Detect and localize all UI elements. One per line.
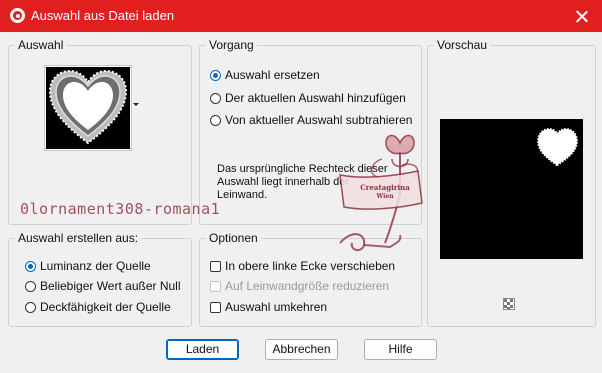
window-title: Auswahl aus Datei laden (31, 8, 175, 23)
radio-button[interactable] (25, 301, 36, 313)
heart-frame-icon (48, 69, 128, 145)
radio-beliebiger-wert[interactable]: Beliebiger Wert außer Null (25, 279, 181, 293)
checkbox-label: Auswahl umkehren (225, 300, 328, 314)
radio-label: Beliebiger Wert außer Null (40, 279, 181, 293)
radio-button[interactable] (210, 69, 221, 81)
radio-label: Deckfähigkeit der Quelle (40, 300, 171, 314)
radio-button[interactable] (25, 260, 36, 272)
watermark-signature: Creatagirina (360, 183, 410, 192)
radio-button[interactable] (210, 92, 221, 104)
app-icon (10, 8, 25, 23)
radio-auswahl-hinzufuegen[interactable]: Der aktuellen Auswahl hinzufügen (210, 91, 406, 105)
watermark-signature-city: Wien (376, 193, 394, 200)
auswahl-legend: Auswahl (15, 38, 67, 52)
checkbox[interactable] (210, 280, 221, 292)
chevron-down-icon[interactable] (133, 103, 139, 106)
radio-label: Luminanz der Quelle (40, 259, 151, 273)
radio-deckfaehigkeit[interactable]: Deckfähigkeit der Quelle (25, 300, 171, 314)
transparency-toggle-icon[interactable] (503, 298, 515, 310)
preview-canvas (440, 119, 583, 259)
radio-button[interactable] (25, 280, 36, 292)
preview-heart-icon (536, 127, 579, 167)
selection-thumbnail[interactable] (45, 66, 131, 150)
checkbox[interactable] (210, 260, 221, 272)
help-button[interactable]: Hilfe (364, 339, 437, 360)
radio-button[interactable] (210, 114, 221, 126)
optionen-legend: Optionen (206, 231, 261, 245)
watermark-filename: 0lornament308-romana1 (20, 200, 221, 218)
load-button[interactable]: Laden (166, 339, 239, 360)
checkbox[interactable] (210, 301, 221, 313)
radio-label: Auswahl ersetzen (225, 68, 320, 82)
checkbox-leinwandgroesse[interactable]: Auf Leinwandgröße reduzieren (210, 279, 389, 293)
radio-luminanz[interactable]: Luminanz der Quelle (25, 259, 151, 273)
radio-auswahl-ersetzen[interactable]: Auswahl ersetzen (210, 68, 320, 82)
watermark-art: Creatagirina Wien (330, 125, 442, 263)
checkbox-label: Auf Leinwandgröße reduzieren (225, 279, 390, 293)
radio-label: Der aktuellen Auswahl hinzufügen (225, 91, 406, 105)
vorgang-legend: Vorgang (206, 38, 257, 52)
checkbox-auswahl-umkehren[interactable]: Auswahl umkehren (210, 300, 327, 314)
close-icon[interactable] (562, 0, 602, 32)
title-bar: Auswahl aus Datei laden (0, 0, 602, 32)
erstellen-legend: Auswahl erstellen aus: (15, 231, 142, 245)
cancel-button[interactable]: Abbrechen (265, 339, 338, 360)
vorschau-legend: Vorschau (434, 38, 491, 52)
